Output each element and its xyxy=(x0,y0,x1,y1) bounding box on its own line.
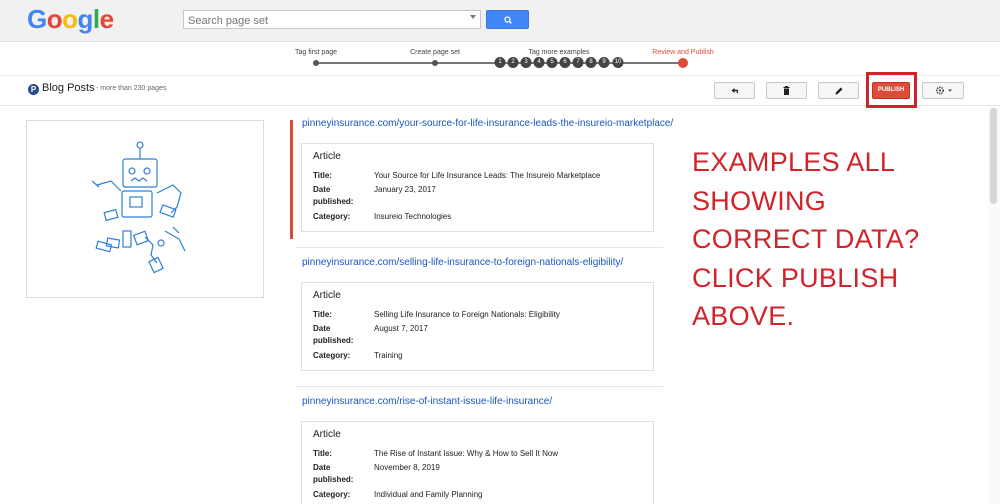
google-logo[interactable]: Google xyxy=(27,4,114,35)
callout-line: ABOVE. xyxy=(692,301,795,331)
date-label-line2: published: xyxy=(313,197,354,206)
settings-button[interactable] xyxy=(922,82,964,99)
callout-line: SHOWING xyxy=(692,185,827,216)
annotation-callout: EXAMPLES ALL SHOWING CORRECT DATA? CLICK… xyxy=(692,143,992,336)
example-dot-4[interactable]: 4 xyxy=(533,57,545,68)
logo-letter-g2: g xyxy=(77,4,94,34)
logo-letter-e: e xyxy=(99,4,114,34)
example-dot-3[interactable]: 3 xyxy=(520,57,532,68)
step-label-tag-more: Tag more examples xyxy=(528,49,590,56)
date-label-line2: published: xyxy=(313,336,354,345)
card-type: Article xyxy=(313,429,341,440)
publish-highlight-box xyxy=(866,72,917,108)
top-bar: Google xyxy=(0,0,1000,42)
dropdown-caret-icon[interactable] xyxy=(470,15,476,19)
page-set-title: Blog Posts xyxy=(42,82,95,94)
step-label-review-publish: Review and Publish xyxy=(652,49,714,56)
result-divider xyxy=(296,247,663,248)
result-url[interactable]: pinneyinsurance.com/your-source-for-life… xyxy=(302,118,673,129)
delete-button[interactable] xyxy=(766,82,807,99)
category-value: Individual and Family Planning xyxy=(374,490,483,499)
category-value: Insureio Technologies xyxy=(374,212,452,221)
logo-letter-o2: o xyxy=(62,4,78,34)
page-thumbnail xyxy=(26,120,264,298)
callout-line: EXAMPLES ALL xyxy=(692,147,896,177)
search-button[interactable] xyxy=(486,10,529,29)
category-label: Category: xyxy=(313,490,351,499)
title-value: The Rise of Instant Issue: Why & How to … xyxy=(374,449,559,458)
edit-button[interactable] xyxy=(818,82,859,99)
card-type: Article xyxy=(313,151,341,162)
selected-result-accent xyxy=(290,120,293,239)
date-value: August 7, 2017 xyxy=(374,324,428,333)
step-label-create-set: Create page set xyxy=(410,49,460,56)
example-dot-2[interactable]: 2 xyxy=(507,57,519,68)
example-dot-10[interactable]: 10 xyxy=(612,57,624,68)
scrollbar-thumb[interactable] xyxy=(990,108,997,204)
example-dot-5[interactable]: 5 xyxy=(546,57,558,68)
result-url[interactable]: pinneyinsurance.com/selling-life-insuran… xyxy=(302,257,623,268)
logo-letter-o1: o xyxy=(46,4,63,34)
date-label-line1: Date xyxy=(313,463,331,472)
category-label: Category: xyxy=(313,351,351,360)
title-label: Title: xyxy=(313,310,332,319)
category-value: Training xyxy=(374,351,403,360)
title-label: Title: xyxy=(313,171,332,180)
pencil-icon xyxy=(835,87,843,95)
logo-letter-l: l xyxy=(92,4,100,34)
example-dot-7[interactable]: 7 xyxy=(572,57,584,68)
card-type: Article xyxy=(313,290,341,301)
date-label-line2: published: xyxy=(313,475,354,484)
search-icon xyxy=(504,16,512,24)
step-dot-review-publish[interactable] xyxy=(678,58,688,68)
date-value: January 23, 2017 xyxy=(374,185,436,194)
date-value: November 8, 2019 xyxy=(374,463,440,472)
date-label-line1: Date xyxy=(313,185,331,194)
result-divider xyxy=(296,386,663,387)
step-label-tag-first: Tag first page xyxy=(294,49,338,56)
date-label: Date published: xyxy=(313,462,353,486)
date-label: Date published: xyxy=(313,323,353,347)
page-count-text: more than 230 pages xyxy=(100,85,167,92)
date-label: Date published: xyxy=(313,184,353,208)
example-dot-6[interactable]: 6 xyxy=(559,57,571,68)
undo-button[interactable] xyxy=(714,82,755,99)
page-set-count: - more than 230 pages xyxy=(96,85,167,92)
step-dot-create-set[interactable] xyxy=(432,60,438,66)
search-input[interactable] xyxy=(184,12,464,30)
category-label: Category: xyxy=(313,212,351,221)
logo-letter-g: G xyxy=(27,4,47,34)
title-value: Your Source for Life Insurance Leads: Th… xyxy=(374,171,601,180)
gear-icon xyxy=(936,86,952,95)
broken-robot-illustration-icon xyxy=(91,141,186,274)
result-card: Article Title: Selling Life Insurance to… xyxy=(301,282,654,371)
example-dot-1[interactable]: 1 xyxy=(494,57,506,68)
callout-line: CLICK PUBLISH xyxy=(692,262,899,293)
app-window: Google Tag first page Create page set Ta… xyxy=(0,0,1000,504)
title-value: Selling Life Insurance to Foreign Nation… xyxy=(374,310,560,319)
trash-icon xyxy=(783,86,790,95)
result-url[interactable]: pinneyinsurance.com/rise-of-instant-issu… xyxy=(302,396,552,407)
step-dot-tag-first[interactable] xyxy=(313,60,319,66)
callout-line: CORRECT DATA? xyxy=(692,224,920,254)
pinney-favicon-icon: P xyxy=(28,84,39,95)
example-dot-8[interactable]: 8 xyxy=(585,57,597,68)
search-box[interactable] xyxy=(183,10,481,30)
undo-arrow-icon xyxy=(731,88,738,93)
example-dot-9[interactable]: 9 xyxy=(598,57,610,68)
result-card: Article Title: The Rise of Instant Issue… xyxy=(301,421,654,504)
date-label-line1: Date xyxy=(313,324,331,333)
title-label: Title: xyxy=(313,449,332,458)
result-card: Article Title: Your Source for Life Insu… xyxy=(301,143,654,232)
